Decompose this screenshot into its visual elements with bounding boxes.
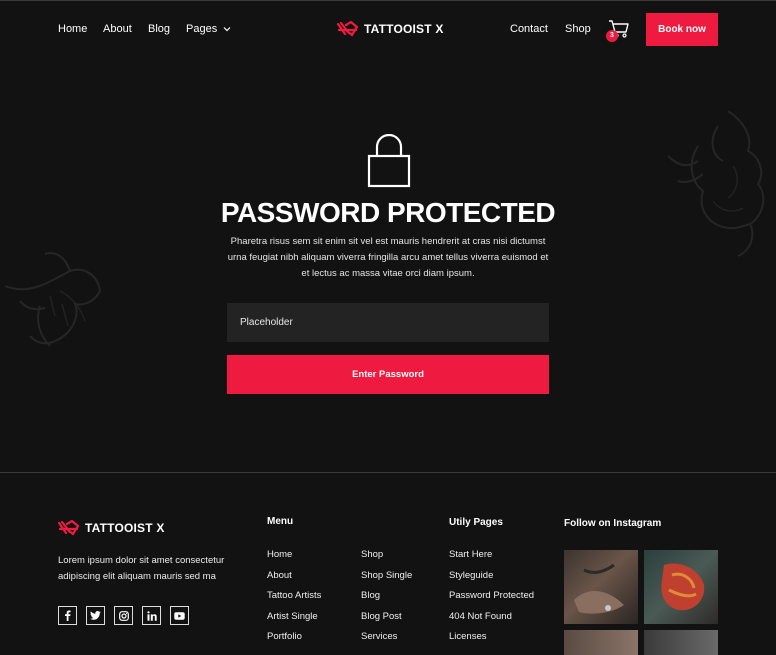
nav-pages-label: Pages xyxy=(186,23,218,35)
footer-link[interactable]: Styleguide xyxy=(449,570,534,591)
nav-home[interactable]: Home xyxy=(58,23,87,35)
facebook-icon[interactable] xyxy=(58,606,77,625)
footer-link[interactable]: Tattoo Artists xyxy=(267,590,321,611)
footer-logo-text: TATTOOIST X xyxy=(85,521,165,535)
twitter-icon[interactable] xyxy=(86,606,105,625)
page-title: PASSWORD PROTECTED xyxy=(220,197,556,228)
instagram-photo[interactable] xyxy=(564,630,638,655)
page-description: Pharetra risus sem sit enim sit vel est … xyxy=(227,236,549,279)
nav-blog[interactable]: Blog xyxy=(148,23,170,35)
footer-divider xyxy=(0,472,776,473)
dragon-tattoo-decoration xyxy=(667,110,765,257)
footer-about-text: Lorem ipsum dolor sit amet consectetur a… xyxy=(58,555,225,582)
footer-link[interactable]: Blog xyxy=(361,590,412,611)
social-links xyxy=(58,606,189,625)
footer-link[interactable]: Artist Single xyxy=(267,611,321,632)
enter-password-button[interactable]: Enter Password xyxy=(227,355,549,394)
footer-link[interactable]: Shop Single xyxy=(361,570,412,591)
nav-about[interactable]: About xyxy=(103,23,132,35)
linkedin-icon[interactable] xyxy=(142,606,161,625)
book-now-button[interactable]: Book now xyxy=(646,13,718,46)
menu-column-1: Home About Tattoo Artists Artist Single … xyxy=(267,549,321,652)
footer-link[interactable]: Start Here xyxy=(449,549,534,570)
instagram-icon[interactable] xyxy=(114,606,133,625)
footer-link[interactable]: Licenses xyxy=(449,631,534,652)
logo-mark-icon xyxy=(337,21,359,37)
password-input[interactable] xyxy=(227,303,549,342)
instagram-title: Follow on Instagram xyxy=(564,518,662,529)
utility-links: Start Here Styleguide Password Protected… xyxy=(449,549,534,652)
footer-link[interactable]: Home xyxy=(267,549,321,570)
footer-link[interactable]: Shop xyxy=(361,549,412,570)
instagram-photo[interactable] xyxy=(564,550,638,624)
youtube-icon[interactable] xyxy=(170,606,189,625)
chevron-down-icon xyxy=(223,27,231,32)
footer-logo[interactable]: TATTOOIST X xyxy=(58,520,165,536)
footer-link[interactable]: About xyxy=(267,570,321,591)
footer-link[interactable]: Password Protected xyxy=(449,590,534,611)
nav-shop[interactable]: Shop xyxy=(565,23,591,35)
bird-tattoo-decoration xyxy=(4,252,102,347)
utility-pages-title: Utily Pages xyxy=(449,517,503,528)
page: Home About Blog Pages TATTOOIST X Contac… xyxy=(0,0,776,655)
footer-link[interactable]: Blog Post xyxy=(361,611,412,632)
nav-contact[interactable]: Contact xyxy=(510,23,548,35)
footer-link[interactable]: Portfolio xyxy=(267,631,321,652)
footer-link[interactable]: Services xyxy=(361,631,412,652)
logo-text: TATTOOIST X xyxy=(364,22,444,36)
lock-icon xyxy=(367,134,411,188)
instagram-photo[interactable] xyxy=(644,550,718,624)
logo-mark-icon xyxy=(58,520,80,536)
footer-link[interactable]: 404 Not Found xyxy=(449,611,534,632)
instagram-photo[interactable] xyxy=(644,630,718,655)
header-logo[interactable]: TATTOOIST X xyxy=(337,21,444,37)
menu-column-2: Shop Shop Single Blog Blog Post Services xyxy=(361,549,412,652)
menu-title: Menu xyxy=(267,516,294,527)
cart-count-badge: 3 xyxy=(606,30,618,42)
nav-pages[interactable]: Pages xyxy=(186,23,231,35)
